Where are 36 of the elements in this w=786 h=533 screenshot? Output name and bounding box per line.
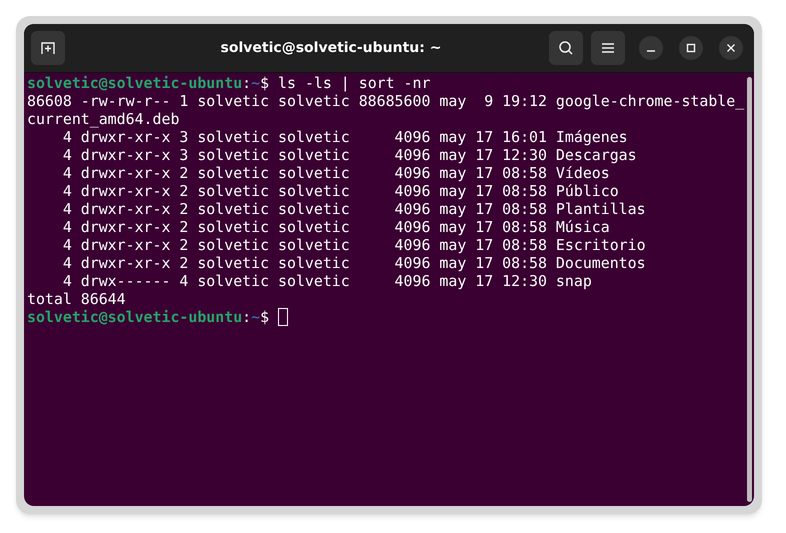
prompt-path: ~ [251, 308, 260, 326]
search-icon [558, 40, 574, 56]
output-line: 4 drwxr-xr-x 2 solvetic solvetic 4096 may 17 08:58 Vídeos [62, 164, 610, 182]
close-button[interactable] [719, 36, 743, 60]
new-tab-icon [40, 41, 56, 55]
prompt-separator: : [242, 308, 252, 326]
command-text: ls -ls | sort -nr [277, 74, 430, 92]
new-tab-button[interactable] [31, 31, 65, 65]
menu-icon [601, 42, 615, 54]
output-line: 4 drwxr-xr-x 2 solvetic solvetic 4096 may 17 08:58 Plantillas [62, 200, 646, 218]
output-line: 4 drwxr-xr-x 2 solvetic solvetic 4096 may 17 08:58 Público [62, 182, 619, 200]
search-button[interactable] [549, 31, 583, 65]
minimize-icon [646, 50, 656, 52]
output-line: 86608 -rw-rw-r-- 1 solvetic solvetic 88685600 may 9 19:12 google-chrome-stable_ [27, 92, 744, 110]
output-line: total 86644 [27, 290, 126, 308]
prompt-symbol: $ [260, 74, 270, 92]
window-title: solvetic@solvetic-ubuntu: ~ [220, 38, 442, 58]
output-line: current_amd64.deb [27, 110, 180, 128]
output-line: 4 drwxr-xr-x 3 solvetic solvetic 4096 may 17 12:30 Descargas [62, 146, 637, 164]
prompt-user-host: solvetic@solvetic-ubuntu [27, 308, 242, 326]
cursor [278, 308, 288, 326]
maximize-icon [686, 43, 696, 53]
prompt-symbol: $ [260, 308, 270, 326]
minimize-button[interactable] [639, 36, 663, 60]
output-line: 4 drwxr-xr-x 2 solvetic solvetic 4096 may 17 08:58 Música [62, 218, 610, 236]
scrollbar-thumb[interactable] [746, 77, 752, 502]
output-line: 4 drwxr-xr-x 3 solvetic solvetic 4096 may 17 16:01 Imágenes [62, 128, 628, 146]
maximize-button[interactable] [679, 36, 703, 60]
close-icon [726, 43, 736, 53]
prompt-user-host: solvetic@solvetic-ubuntu [27, 74, 242, 92]
menu-button[interactable] [591, 31, 625, 65]
prompt-separator: : [242, 74, 252, 92]
output-line: 4 drwxr-xr-x 2 solvetic solvetic 4096 may 17 08:58 Escritorio [62, 236, 646, 254]
output-line: 4 drwxr-xr-x 2 solvetic solvetic 4096 may 17 08:58 Documentos [62, 254, 646, 272]
prompt-path: ~ [251, 74, 260, 92]
output-line: 4 drwx------ 4 solvetic solvetic 4096 may 17 12:30 snap [62, 272, 592, 290]
